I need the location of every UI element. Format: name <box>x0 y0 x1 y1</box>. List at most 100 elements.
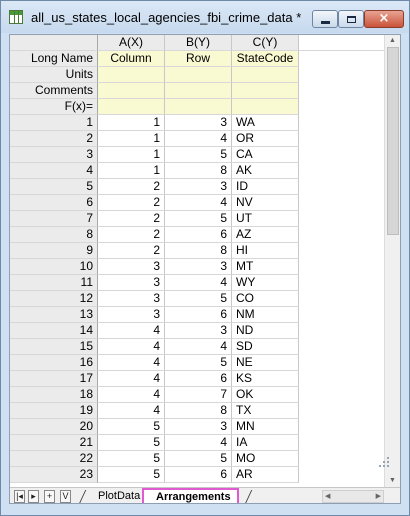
statecode-cell[interactable]: IA <box>232 435 299 451</box>
row-cell[interactable]: 5 <box>165 147 232 163</box>
row-cell[interactable]: 5 <box>165 291 232 307</box>
row-cell[interactable]: 5 <box>165 451 232 467</box>
row-cell[interactable]: 8 <box>165 403 232 419</box>
row-header[interactable]: 12 <box>10 291 98 307</box>
title-bar[interactable]: all_us_states_local_agencies_fbi_crime_d… <box>1 1 409 33</box>
statecode-cell[interactable]: OR <box>232 131 299 147</box>
add-sheet-button[interactable]: + <box>44 490 55 503</box>
minimize-button[interactable] <box>312 10 338 28</box>
row-header[interactable]: 21 <box>10 435 98 451</box>
label-cell[interactable] <box>165 67 232 83</box>
statecode-cell[interactable]: NV <box>232 195 299 211</box>
view-sheets-button[interactable]: V <box>60 490 71 503</box>
row-header[interactable]: 3 <box>10 147 98 163</box>
column-cell[interactable]: 5 <box>98 451 165 467</box>
label-row-header[interactable]: Units <box>10 67 98 83</box>
label-cell[interactable] <box>98 67 165 83</box>
tab-plotdata[interactable]: PlotData <box>88 489 146 503</box>
column-cell[interactable]: 1 <box>98 163 165 179</box>
row-cell[interactable]: 3 <box>165 115 232 131</box>
row-header[interactable]: 13 <box>10 307 98 323</box>
row-header[interactable]: 22 <box>10 451 98 467</box>
row-header[interactable]: 2 <box>10 131 98 147</box>
vertical-scroll-thumb[interactable] <box>387 47 399 235</box>
row-cell[interactable]: 5 <box>165 211 232 227</box>
row-cell[interactable]: 4 <box>165 131 232 147</box>
column-cell[interactable]: 3 <box>98 291 165 307</box>
label-cell[interactable] <box>232 67 299 83</box>
scroll-right-icon[interactable]: ▶ <box>376 492 381 502</box>
statecode-cell[interactable]: MN <box>232 419 299 435</box>
first-sheet-button[interactable]: |◂ <box>14 490 25 503</box>
label-cell[interactable] <box>232 83 299 99</box>
row-header[interactable]: 11 <box>10 275 98 291</box>
column-cell[interactable]: 4 <box>98 339 165 355</box>
label-row-header[interactable]: F(x)= <box>10 99 98 115</box>
column-cell[interactable]: 2 <box>98 227 165 243</box>
column-header-c[interactable]: C(Y) <box>232 35 299 51</box>
row-header[interactable]: 20 <box>10 419 98 435</box>
row-header[interactable]: 17 <box>10 371 98 387</box>
column-cell[interactable]: 5 <box>98 467 165 483</box>
row-cell[interactable]: 8 <box>165 243 232 259</box>
statecode-cell[interactable]: AZ <box>232 227 299 243</box>
row-cell[interactable]: 4 <box>165 339 232 355</box>
scroll-left-icon[interactable]: ◀ <box>325 492 330 502</box>
statecode-cell[interactable]: HI <box>232 243 299 259</box>
row-header[interactable]: 19 <box>10 403 98 419</box>
column-cell[interactable]: 4 <box>98 371 165 387</box>
statecode-cell[interactable]: CA <box>232 147 299 163</box>
row-header[interactable]: 18 <box>10 387 98 403</box>
statecode-cell[interactable]: AR <box>232 467 299 483</box>
row-cell[interactable]: 3 <box>165 323 232 339</box>
label-cell[interactable]: Column <box>98 51 165 67</box>
tab-arrangements[interactable]: Arrangements <box>142 488 239 503</box>
column-cell[interactable]: 3 <box>98 307 165 323</box>
row-header[interactable]: 1 <box>10 115 98 131</box>
resize-grip-icon[interactable] <box>378 456 390 468</box>
label-cell[interactable] <box>98 99 165 115</box>
statecode-cell[interactable]: CO <box>232 291 299 307</box>
column-cell[interactable]: 2 <box>98 211 165 227</box>
row-cell[interactable]: 5 <box>165 355 232 371</box>
row-header[interactable]: 9 <box>10 243 98 259</box>
row-cell[interactable]: 6 <box>165 307 232 323</box>
label-cell[interactable] <box>232 99 299 115</box>
maximize-button[interactable] <box>338 10 364 28</box>
row-cell[interactable]: 6 <box>165 227 232 243</box>
column-header-b[interactable]: B(Y) <box>165 35 232 51</box>
row-header[interactable]: 8 <box>10 227 98 243</box>
row-cell[interactable]: 3 <box>165 419 232 435</box>
statecode-cell[interactable]: ID <box>232 179 299 195</box>
scroll-up-icon[interactable]: ▲ <box>389 37 396 45</box>
column-cell[interactable]: 2 <box>98 179 165 195</box>
row-cell[interactable]: 3 <box>165 179 232 195</box>
vertical-scrollbar[interactable]: ▲ ▼ <box>384 35 400 487</box>
statecode-cell[interactable]: NE <box>232 355 299 371</box>
statecode-cell[interactable]: NM <box>232 307 299 323</box>
statecode-cell[interactable]: KS <box>232 371 299 387</box>
column-cell[interactable]: 1 <box>98 131 165 147</box>
column-cell[interactable]: 4 <box>98 403 165 419</box>
row-header[interactable]: 14 <box>10 323 98 339</box>
row-header[interactable]: 5 <box>10 179 98 195</box>
column-cell[interactable]: 2 <box>98 195 165 211</box>
column-cell[interactable]: 1 <box>98 115 165 131</box>
column-cell[interactable]: 3 <box>98 259 165 275</box>
statecode-cell[interactable]: TX <box>232 403 299 419</box>
worksheet-grid[interactable]: A(X) B(Y) C(Y) Long Name Column Row StateCo… <box>10 35 384 487</box>
label-cell[interactable]: Row <box>165 51 232 67</box>
row-cell[interactable]: 4 <box>165 275 232 291</box>
row-header[interactable]: 4 <box>10 163 98 179</box>
statecode-cell[interactable]: WA <box>232 115 299 131</box>
column-cell[interactable]: 2 <box>98 243 165 259</box>
close-button[interactable]: × <box>364 10 404 28</box>
statecode-cell[interactable]: AK <box>232 163 299 179</box>
statecode-cell[interactable]: MT <box>232 259 299 275</box>
row-cell[interactable]: 4 <box>165 195 232 211</box>
statecode-cell[interactable]: UT <box>232 211 299 227</box>
row-header[interactable]: 16 <box>10 355 98 371</box>
column-cell[interactable]: 4 <box>98 323 165 339</box>
row-cell[interactable]: 6 <box>165 371 232 387</box>
row-header[interactable]: 15 <box>10 339 98 355</box>
